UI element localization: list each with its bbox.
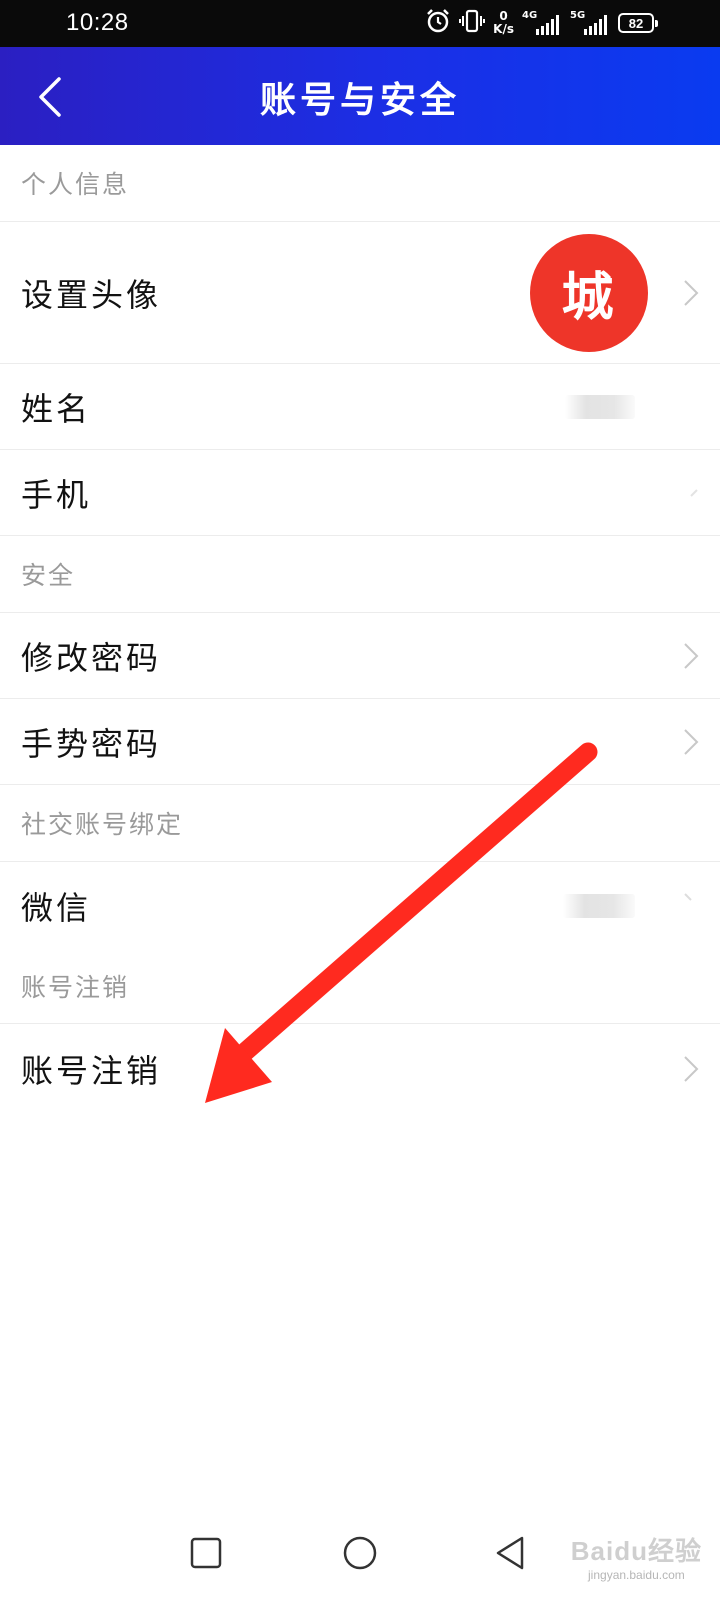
- system-back-button[interactable]: [488, 1530, 534, 1576]
- signal-bars-icon: [536, 15, 559, 35]
- settings-list: 个人信息 设置头像 城 姓名 手机 安全 修改密码 手势密码 社交账号绑定 微信: [0, 145, 720, 1114]
- row-label: 修改密码: [21, 638, 162, 677]
- square-icon: [190, 1537, 222, 1569]
- system-nav-bar: Baidu经验 jingyan.baidu.com: [0, 1510, 720, 1600]
- page-title: 账号与安全: [259, 79, 460, 121]
- home-button[interactable]: [337, 1530, 383, 1576]
- row-gesture-password[interactable]: 手势密码: [0, 699, 720, 785]
- app-header: 账号与安全: [0, 47, 720, 145]
- speed-unit: K/s: [493, 22, 514, 36]
- signal-bars-icon: [584, 15, 607, 35]
- chevron-right-icon: [684, 642, 699, 669]
- watermark-sub: jingyan.baidu.com: [588, 1568, 685, 1582]
- row-set-avatar[interactable]: 设置头像 城: [0, 222, 720, 364]
- battery-icon: 82: [618, 13, 658, 33]
- row-name[interactable]: 姓名: [0, 364, 720, 450]
- redacted-value: [563, 893, 635, 918]
- row-label: 账号注销: [21, 1052, 162, 1090]
- status-time: 10:28: [66, 9, 129, 36]
- row-wechat[interactable]: 微信: [0, 862, 720, 949]
- net-type-2: 5G: [570, 10, 586, 21]
- alarm-icon: [425, 8, 451, 38]
- avatar: 城: [530, 233, 648, 352]
- recent-apps-button[interactable]: [183, 1530, 229, 1576]
- watermark-main: Baidu经验: [570, 1536, 702, 1566]
- status-bar: 10:28 0 K/s 4G 5G 82: [0, 0, 720, 47]
- row-phone[interactable]: 手机: [0, 450, 720, 536]
- redacted-value: [565, 394, 635, 419]
- circle-icon: [343, 1536, 377, 1570]
- chevron-right-icon: [684, 1056, 699, 1082]
- section-header-security: 安全: [0, 536, 720, 613]
- battery-level: 82: [628, 15, 644, 31]
- row-label: 设置头像: [21, 275, 162, 314]
- triangle-back-icon: [496, 1536, 524, 1570]
- vibrate-icon: [459, 8, 486, 38]
- section-header-cancel: 账号注销: [0, 949, 720, 1024]
- row-change-password[interactable]: 修改密码: [0, 613, 720, 699]
- row-label: 手势密码: [21, 724, 162, 763]
- row-label: 姓名: [21, 389, 92, 428]
- row-label: 微信: [21, 888, 92, 927]
- section-header-personal: 个人信息: [0, 145, 720, 222]
- section-header-social: 社交账号绑定: [0, 785, 720, 862]
- row-label: 手机: [21, 475, 92, 514]
- chevron-right-icon: [690, 488, 698, 497]
- row-cancel-account[interactable]: 账号注销: [0, 1024, 720, 1114]
- chevron-right-icon: [684, 279, 699, 306]
- signal-4g: 4G: [522, 9, 562, 37]
- net-type-1: 4G: [522, 10, 538, 21]
- baidu-watermark: Baidu经验 jingyan.baidu.com: [571, 1531, 702, 1582]
- chevron-right-icon: [684, 892, 692, 901]
- chevron-right-icon: [684, 728, 699, 755]
- battery-tip: [655, 20, 658, 27]
- network-speed: 0 K/s: [493, 10, 514, 36]
- status-icons: 0 K/s 4G 5G 82: [425, 8, 658, 38]
- signal-5g: 5G: [570, 9, 610, 37]
